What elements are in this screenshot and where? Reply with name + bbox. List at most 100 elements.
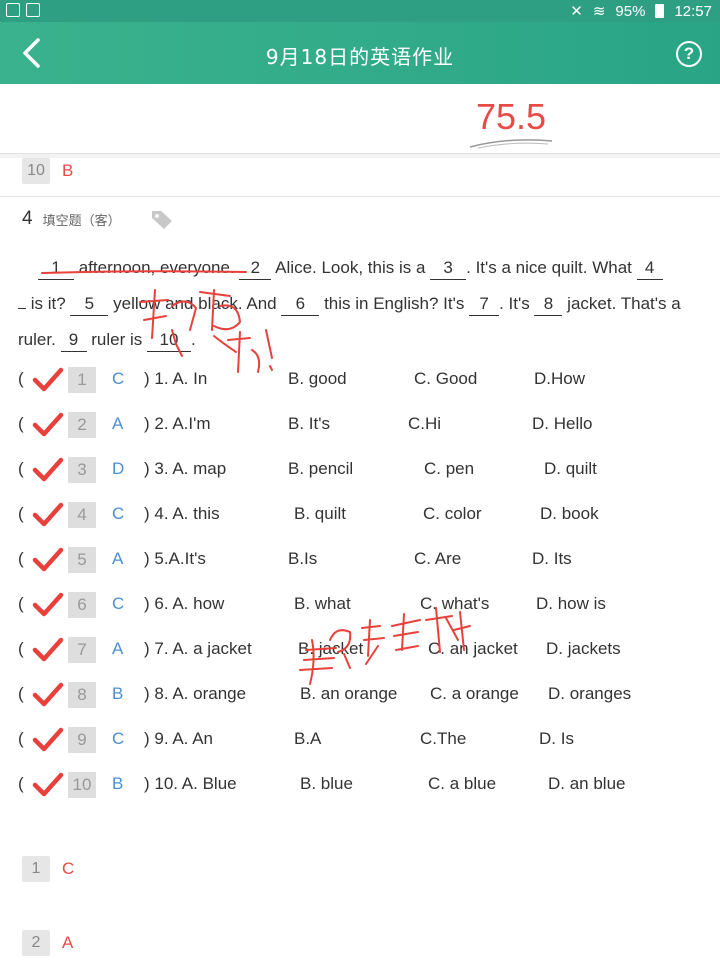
chosen-answer: A	[112, 639, 124, 658]
blank: 7	[469, 293, 500, 316]
option-number: 2	[68, 412, 96, 438]
tag-icon[interactable]	[150, 208, 174, 230]
screenshot-icon	[6, 3, 20, 17]
passage-text: ruler is	[86, 330, 147, 349]
option-a: ) 6. A. how	[144, 594, 225, 613]
option-d: D. book	[540, 504, 599, 523]
question-header: 4 填空题（客）	[22, 208, 121, 230]
passage-line: 1 afternoon, everyone. 2 Alice. Look, th…	[18, 250, 708, 286]
option-number: 9	[68, 727, 96, 753]
option-c: C.The	[420, 729, 467, 748]
option-b: B. It's	[288, 414, 330, 433]
app-header: 9月18日的英语作业 ?	[0, 22, 720, 84]
checkmark-icon	[32, 727, 64, 752]
option-number: 8	[68, 682, 96, 708]
passage-text: Alice. Look, this is a	[271, 258, 431, 277]
blank: 6	[281, 293, 320, 316]
mute-icon: ✕	[570, 3, 583, 20]
option-row: (7 A) 7. A. a jacket B. jacket C. an jacket…	[18, 636, 708, 666]
checkmark-icon	[32, 502, 64, 527]
option-d: D. an blue	[548, 774, 626, 793]
paren-open: (	[18, 729, 24, 748]
option-number: 6	[68, 592, 96, 618]
option-c: C. what's	[420, 594, 490, 613]
status-bar: ✕ ≋ 95% 12:57	[0, 0, 720, 22]
option-row: (9 C) 9. A. An B.A C.The D. Is	[18, 726, 708, 756]
paren-open: (	[18, 684, 24, 703]
answer-letter: A	[62, 933, 74, 952]
blank: 9	[60, 329, 87, 352]
chosen-answer: A	[112, 549, 124, 568]
option-row: (10 B) 10. A. Blue B. blue C. a blue D. an b…	[18, 771, 708, 801]
option-row: (1 C) 1. A. In B. good C. Good D.How	[18, 366, 708, 396]
option-a: ) 10. A. Blue	[144, 774, 237, 793]
answer-number: 10	[22, 158, 50, 184]
passage-text: yellow and black. And	[108, 294, 282, 313]
option-a: ) 9. A. An	[144, 729, 213, 748]
option-b: B. jacket	[298, 639, 364, 658]
option-row: (2 A) 2. A.I'm B. It's C.Hi D. Hello	[18, 411, 708, 441]
option-b: B. what	[294, 594, 351, 613]
blank: 3	[430, 257, 467, 280]
option-d: D. jackets	[546, 639, 621, 658]
option-row: (8 B) 8. A. orange B. an orange C. a orange…	[18, 681, 708, 711]
option-c: C. Are	[414, 549, 462, 568]
passage-line: ruler. 9 ruler is 10.	[18, 322, 708, 358]
checkmark-icon	[32, 682, 64, 707]
option-d: D. oranges	[548, 684, 632, 703]
answer-row: 1 C	[22, 856, 74, 882]
option-a: ) 8. A. orange	[144, 684, 247, 703]
passage-line: is it? 5 yellow and black. And 6 this in…	[18, 286, 708, 322]
chosen-answer: A	[112, 414, 124, 433]
passage-text: is it?	[26, 294, 71, 313]
question-number: 4	[22, 208, 33, 229]
answer-number: 2	[22, 930, 50, 956]
checkmark-icon	[32, 592, 64, 617]
option-c: C. an jacket	[428, 639, 518, 658]
wifi-icon: ≋	[592, 3, 606, 20]
score-underline	[469, 139, 553, 149]
score-area: 75.5	[0, 84, 720, 154]
option-a: ) 5.A.It's	[144, 549, 206, 568]
blank: 4	[636, 257, 663, 280]
passage-text: .	[191, 330, 196, 349]
option-number: 3	[68, 457, 96, 483]
divider	[0, 196, 720, 197]
answer-row: 10 B	[22, 158, 73, 184]
answer-row: 2 A	[22, 930, 73, 956]
battery-level: 95%	[615, 2, 646, 20]
option-c: C. pen	[424, 459, 475, 478]
chosen-answer: B	[112, 684, 124, 703]
paren-open: (	[18, 504, 24, 523]
score-value: 75.5	[476, 96, 547, 137]
checkmark-icon	[32, 412, 64, 437]
passage-text: this in English? It's	[319, 294, 470, 313]
chosen-answer: B	[112, 774, 124, 793]
paren-open: (	[18, 459, 24, 478]
option-b: B. an orange	[300, 684, 398, 703]
option-d: D. quilt	[544, 459, 597, 478]
paren-open: (	[18, 774, 24, 793]
help-button[interactable]: ?	[676, 41, 702, 67]
answer-number: 1	[22, 856, 50, 882]
option-b: B.Is	[288, 549, 318, 568]
option-b: B. good	[288, 369, 347, 388]
blank: 1	[38, 257, 74, 280]
option-number: 10	[68, 772, 96, 798]
question-type: 填空题（客）	[42, 213, 121, 229]
answer-letter: C	[62, 859, 75, 878]
option-a: ) 7. A. a jacket	[144, 639, 252, 658]
option-row: (3 D) 3. A. map B. pencil C. pen D. quilt	[18, 456, 708, 486]
section-separator	[0, 154, 720, 158]
paren-open: (	[18, 639, 24, 658]
option-c: C. color	[423, 504, 482, 523]
notification-icon	[26, 3, 40, 17]
option-row: (6 C) 6. A. how B. what C. what's D. how is	[18, 591, 708, 621]
blank: 8	[534, 293, 563, 316]
option-c: C.Hi	[408, 414, 442, 433]
option-d: D. how is	[536, 594, 606, 613]
option-number: 1	[68, 367, 96, 393]
help-icon: ?	[683, 44, 695, 63]
chosen-answer: C	[112, 504, 125, 523]
option-a: ) 2. A.I'm	[144, 414, 211, 433]
